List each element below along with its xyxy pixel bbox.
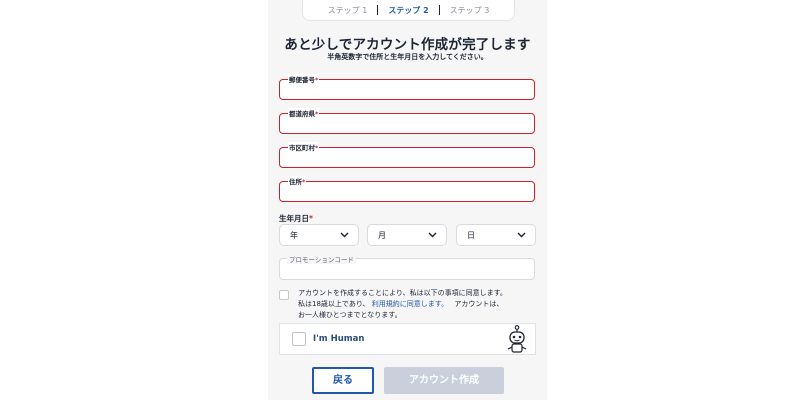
dob-day-select[interactable]: 日 [456,224,536,246]
dob-month-select[interactable]: 月 [367,224,447,246]
dob-day-value: 日 [467,230,475,240]
address-field[interactable] [279,181,535,202]
prefecture-label: 都道府県* [288,108,320,118]
agreement-line-2: 私は18歳以上であり、 利用規約に同意します。 アカウントは、 [298,299,538,310]
required-mark: * [315,76,319,84]
page-title: あと少しでアカウント作成が完了します [284,37,531,53]
required-mark: * [302,178,306,186]
terms-link[interactable]: 利用規約に同意します。 [372,300,448,308]
required-mark: * [315,144,319,152]
city-label-text: 市区町村 [289,144,315,152]
dob-year-value: 年 [290,230,298,240]
step-indicator: ステップ 1 ステップ 2 ステップ 3 [302,0,515,21]
dob-month-value: 月 [378,230,386,240]
captcha-label: I'm Human [313,334,365,344]
address-label: 住所* [288,176,307,186]
address-label-text: 住所 [289,178,302,186]
prefecture-label-text: 都道府県 [289,110,315,118]
chevron-down-icon [340,232,349,238]
promo-code-label: プロモーションコード [287,254,356,264]
agreement-line-2-prefix: 私は18歳以上であり、 [298,300,370,308]
chevron-down-icon [517,232,526,238]
step-2: ステップ 2 [388,5,429,15]
create-account-button[interactable]: アカウント作成 [384,367,504,394]
page-subtitle: 半角英数字で住所と生年月日を入力してください。 [327,53,488,61]
step-3: ステップ 3 [449,5,490,15]
agreement-line-3: お一人様ひとつまでとなります。 [298,311,402,319]
step-1: ステップ 1 [327,5,368,15]
postal-code-label-text: 郵便番号 [289,76,315,84]
required-mark: * [315,110,319,118]
chevron-down-icon [428,232,437,238]
agreement-line-2-suffix: アカウントは、 [454,300,504,308]
postal-code-label: 郵便番号* [288,74,320,84]
dob-year-select[interactable]: 年 [279,224,359,246]
agreement-line-1: アカウントを作成することにより、私は以下の事項に同意します。 [298,289,507,297]
city-label: 市区町村* [288,142,320,152]
dob-label-text: 生年月日 [279,214,309,223]
agreement-checkbox[interactable] [279,290,289,300]
captcha-checkbox[interactable] [292,332,306,346]
required-mark: * [309,214,313,223]
dob-label: 生年月日* [279,213,313,224]
agreement-text: アカウントを作成することにより、私は以下の事項に同意します。 私は18歳以上であ… [298,288,538,321]
robot-icon [507,325,527,353]
back-button[interactable]: 戻る [312,367,374,394]
